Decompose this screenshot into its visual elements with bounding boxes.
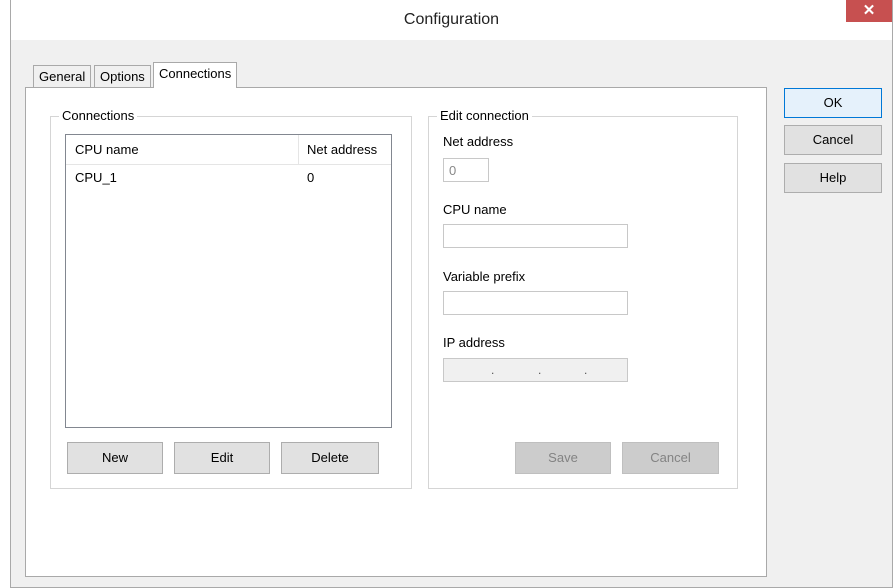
edit-connection-group-label: Edit connection xyxy=(437,108,532,124)
connections-group: Connections CPU name Net address CPU_1 0… xyxy=(50,108,412,489)
edit-cancel-button[interactable]: Cancel xyxy=(622,442,719,474)
variable-prefix-field[interactable] xyxy=(443,291,628,315)
delete-button[interactable]: Delete xyxy=(281,442,379,474)
ip-dot: . xyxy=(491,363,495,377)
cpu-name-field[interactable] xyxy=(443,224,628,248)
edit-connection-group: Edit connection Net address CPU name Var… xyxy=(428,108,738,489)
cell-net-address: 0 xyxy=(307,170,315,185)
close-icon: ✕ xyxy=(862,2,876,19)
help-button[interactable]: Help xyxy=(784,163,882,193)
connections-list[interactable]: CPU name Net address CPU_1 0 xyxy=(65,134,392,428)
cpu-name-label: CPU name xyxy=(443,202,507,217)
net-address-label: Net address xyxy=(443,134,514,149)
ok-button[interactable]: OK xyxy=(784,88,882,118)
column-header-cpu-name[interactable]: CPU name xyxy=(75,135,139,165)
net-address-field[interactable] xyxy=(443,158,489,182)
new-button[interactable]: New xyxy=(67,442,163,474)
variable-prefix-label: Variable prefix xyxy=(443,269,526,284)
ip-dot: . xyxy=(584,363,588,377)
ip-address-label: IP address xyxy=(443,335,505,350)
save-button[interactable]: Save xyxy=(515,442,611,474)
title-bar: Configuration ✕ xyxy=(11,0,892,40)
edit-button[interactable]: Edit xyxy=(174,442,270,474)
close-button[interactable]: ✕ xyxy=(846,0,892,22)
tab-options[interactable]: Options xyxy=(94,65,151,87)
tab-panel-connections: Connections CPU name Net address CPU_1 0… xyxy=(25,87,767,577)
tab-general[interactable]: General xyxy=(33,65,92,87)
table-row[interactable]: CPU_1 0 xyxy=(66,166,391,190)
configuration-dialog: Configuration ✕ General Options Connecti… xyxy=(10,0,893,588)
window-title: Configuration xyxy=(403,11,500,28)
column-header-net-address[interactable]: Net address xyxy=(307,135,377,165)
ip-address-field[interactable]: . . . xyxy=(443,358,628,382)
cell-cpu-name: CPU_1 xyxy=(75,170,117,185)
column-separator[interactable] xyxy=(298,135,299,165)
connections-group-label: Connections xyxy=(59,108,138,124)
tab-connections[interactable]: Connections xyxy=(153,62,238,88)
ip-dot: . xyxy=(538,363,542,377)
list-header: CPU name Net address xyxy=(66,135,391,165)
cancel-button[interactable]: Cancel xyxy=(784,125,882,155)
